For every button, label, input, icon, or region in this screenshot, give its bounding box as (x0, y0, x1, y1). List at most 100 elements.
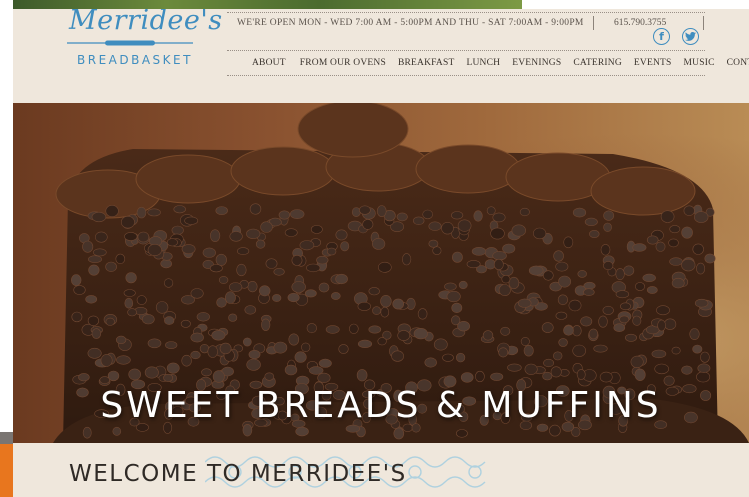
chocolate-chip (646, 235, 659, 245)
logo-subtitle[interactable]: BREADBASKET (77, 53, 193, 67)
chocolate-chip (357, 339, 373, 348)
chocolate-chip (393, 427, 405, 440)
chocolate-chip (190, 288, 204, 299)
chocolate-chip (623, 265, 635, 276)
chocolate-chip (306, 323, 317, 334)
chocolate-chip (646, 286, 658, 294)
chocolate-chip (600, 244, 611, 256)
nav-contact[interactable]: CONTACT (727, 58, 749, 68)
chocolate-chip (209, 264, 223, 273)
chocolate-chip (180, 319, 191, 328)
chocolate-chip (316, 255, 329, 265)
hero-banner: SWEET BREADS & MUFFINS (13, 99, 749, 443)
chocolate-chip (457, 321, 470, 332)
chocolate-chip (541, 322, 554, 333)
chocolate-chip (482, 330, 494, 341)
chocolate-chip (619, 302, 631, 311)
chocolate-chip (91, 211, 107, 223)
frosting-swirl (297, 100, 409, 158)
chocolate-chip (599, 371, 613, 383)
chocolate-chip (671, 277, 685, 289)
chocolate-chip (210, 229, 221, 242)
chocolate-chip (128, 368, 141, 381)
chocolate-chip (125, 272, 137, 284)
chocolate-chip (524, 363, 538, 375)
chocolate-chip (589, 230, 600, 239)
chocolate-chip (576, 369, 586, 380)
chocolate-chip (340, 241, 350, 252)
chocolate-chip (136, 206, 147, 219)
nav-from-our-ovens[interactable]: FROM OUR OVENS (300, 58, 386, 68)
chocolate-chip (144, 366, 159, 379)
nav-evenings[interactable]: EVENINGS (512, 58, 561, 68)
chocolate-chip (215, 206, 228, 215)
logo-script-name[interactable]: Merridee's (69, 9, 223, 36)
facebook-icon[interactable]: f (653, 28, 670, 45)
chocolate-chip (500, 326, 511, 336)
chocolate-chip (669, 225, 681, 234)
chocolate-chip (563, 236, 574, 249)
chocolate-chip (295, 426, 309, 437)
chocolate-chip (432, 246, 442, 255)
chocolate-chip (115, 253, 126, 264)
nav-catering[interactable]: CATERING (573, 58, 622, 68)
chocolate-chip (249, 203, 262, 215)
chocolate-chip (696, 262, 706, 275)
chocolate-chip (306, 263, 321, 273)
chocolate-chip (642, 273, 656, 282)
chocolate-chip (511, 224, 526, 237)
chocolate-chip (304, 289, 317, 298)
chocolate-chip (299, 240, 315, 251)
chocolate-chip (201, 368, 212, 377)
chocolate-chip (380, 306, 390, 318)
frosting-swirl (590, 166, 696, 216)
phone-number[interactable]: 615.790.3755 (614, 18, 666, 28)
dotted-rule-top (227, 12, 705, 13)
chocolate-chip (446, 290, 461, 303)
chocolate-chip (105, 205, 119, 218)
chocolate-chip (284, 364, 298, 376)
nav-music[interactable]: MUSIC (684, 58, 715, 68)
chocolate-chip (492, 212, 506, 223)
chocolate-chip (451, 302, 463, 313)
chocolate-chip (244, 305, 257, 315)
chocolate-chip (288, 333, 300, 346)
nav-about[interactable]: ABOUT (252, 58, 286, 68)
chocolate-chip (696, 371, 711, 383)
chocolate-chip (634, 368, 646, 381)
chocolate-chip (273, 268, 285, 276)
chocolate-chip (490, 372, 504, 381)
chocolate-chip (229, 282, 243, 292)
chocolate-chip (549, 424, 561, 437)
chocolate-chip (202, 247, 216, 258)
chocolate-chip (335, 229, 348, 241)
chocolate-chip (553, 250, 564, 262)
chocolate-chip (166, 238, 178, 247)
chocolate-chip (136, 295, 147, 305)
chocolate-chip (518, 298, 532, 308)
chocolate-chip (326, 247, 337, 256)
chocolate-chip (397, 330, 411, 341)
nav-events[interactable]: EVENTS (634, 58, 672, 68)
rolling-pin-icon (67, 40, 193, 46)
chocolate-chip (338, 344, 349, 354)
chocolate-chip (444, 282, 457, 291)
chocolate-chip (85, 295, 98, 304)
chocolate-chip (406, 297, 416, 310)
chocolate-chip (73, 285, 86, 295)
nav-lunch[interactable]: LUNCH (466, 58, 500, 68)
chocolate-chip (507, 363, 522, 372)
chocolate-chip (147, 338, 162, 349)
chocolate-chip (259, 285, 271, 297)
chocolate-chip (318, 282, 330, 293)
chocolate-chip (137, 231, 150, 243)
chocolate-chip (583, 288, 595, 296)
chocolate-chip (428, 221, 442, 231)
chocolate-chip (603, 210, 615, 221)
chocolate-chip (372, 306, 381, 315)
chocolate-chip (301, 342, 311, 353)
nav-breakfast[interactable]: BREAKFAST (398, 58, 455, 68)
chocolate-chip (71, 311, 83, 323)
chocolate-chip (550, 366, 562, 378)
twitter-icon[interactable] (682, 28, 699, 45)
